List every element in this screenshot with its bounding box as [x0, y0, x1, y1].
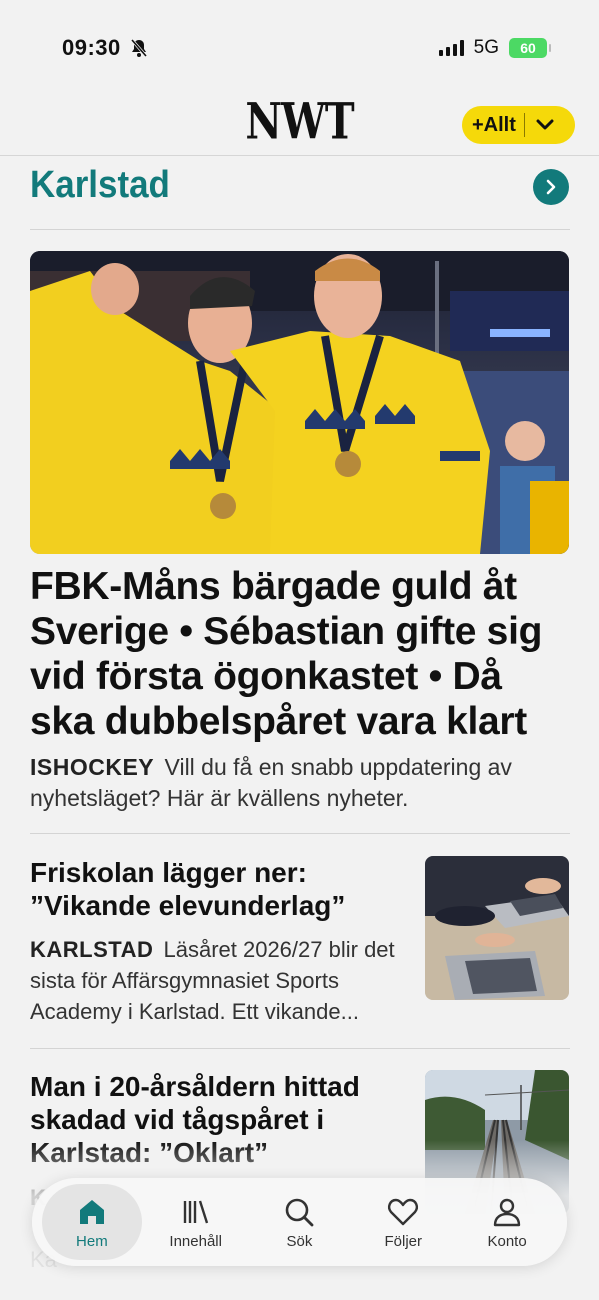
article-1-kicker: KARLSTAD: [30, 937, 154, 962]
article-1-thumbnail[interactable]: [425, 856, 569, 1000]
allt-divider: [523, 113, 525, 137]
hero-headline[interactable]: FBK-Måns bärgade guld åt Sverige • Sébas…: [30, 564, 575, 744]
status-left: 09:30: [62, 35, 149, 61]
tab-konto-label: Konto: [487, 1232, 527, 1250]
tab-hem[interactable]: Hem: [41, 1184, 142, 1260]
home-icon: [79, 1199, 104, 1224]
article-1-lead[interactable]: KARLSTAD Läsåret 2026/27 blir det sista …: [30, 934, 410, 1027]
hero-kicker: ISHOCKEY: [30, 754, 155, 780]
battery-icon: 60: [509, 38, 551, 58]
article-1-headline[interactable]: Friskolan lägger ner: ”Vikande elevunder…: [30, 856, 410, 922]
battery-level: 60: [520, 40, 536, 56]
app-header: NWT +Allt: [0, 92, 599, 156]
hero-photo-illustration: [30, 251, 569, 554]
status-time: 09:30: [62, 35, 121, 60]
section-title[interactable]: Karlstad: [30, 164, 170, 207]
chevron-down-icon: [536, 119, 554, 130]
section-arrow-button[interactable]: [533, 169, 569, 205]
allt-button[interactable]: +Allt: [462, 106, 575, 144]
status-bar: 09:30 5G 60: [0, 0, 599, 96]
network-label: 5G: [473, 37, 499, 58]
tab-hem-label: Hem: [76, 1232, 108, 1250]
hero-image[interactable]: [30, 251, 569, 554]
nwt-logo[interactable]: NWT: [245, 92, 354, 151]
tab-konto[interactable]: Konto: [457, 1184, 557, 1260]
chevron-right-icon: [546, 179, 556, 195]
tab-foljer[interactable]: Följer: [353, 1184, 453, 1260]
tab-innehall-label: Innehåll: [169, 1232, 222, 1250]
search-icon: [286, 1198, 314, 1226]
account-icon: [493, 1198, 521, 1226]
divider: [30, 833, 570, 834]
allt-label: +Allt: [472, 113, 516, 136]
bell-muted-icon: [130, 39, 147, 57]
tab-innehall[interactable]: Innehåll: [146, 1184, 246, 1260]
divider: [30, 229, 570, 230]
tab-sok[interactable]: Sök: [249, 1184, 349, 1260]
tab-sok-label: Sök: [286, 1232, 313, 1250]
laptop-photo-illustration: [425, 856, 569, 1000]
library-icon: [183, 1200, 208, 1223]
signal-icon: [438, 40, 464, 56]
status-right: 5G 60: [438, 37, 551, 59]
tab-foljer-label: Följer: [384, 1232, 423, 1250]
divider: [30, 1048, 570, 1049]
tab-bar: Hem Innehåll Sök Följer Konto: [32, 1178, 567, 1266]
heart-icon: [388, 1198, 419, 1225]
hero-lead[interactable]: ISHOCKEY Vill du få en snabb uppdatering…: [30, 752, 570, 814]
